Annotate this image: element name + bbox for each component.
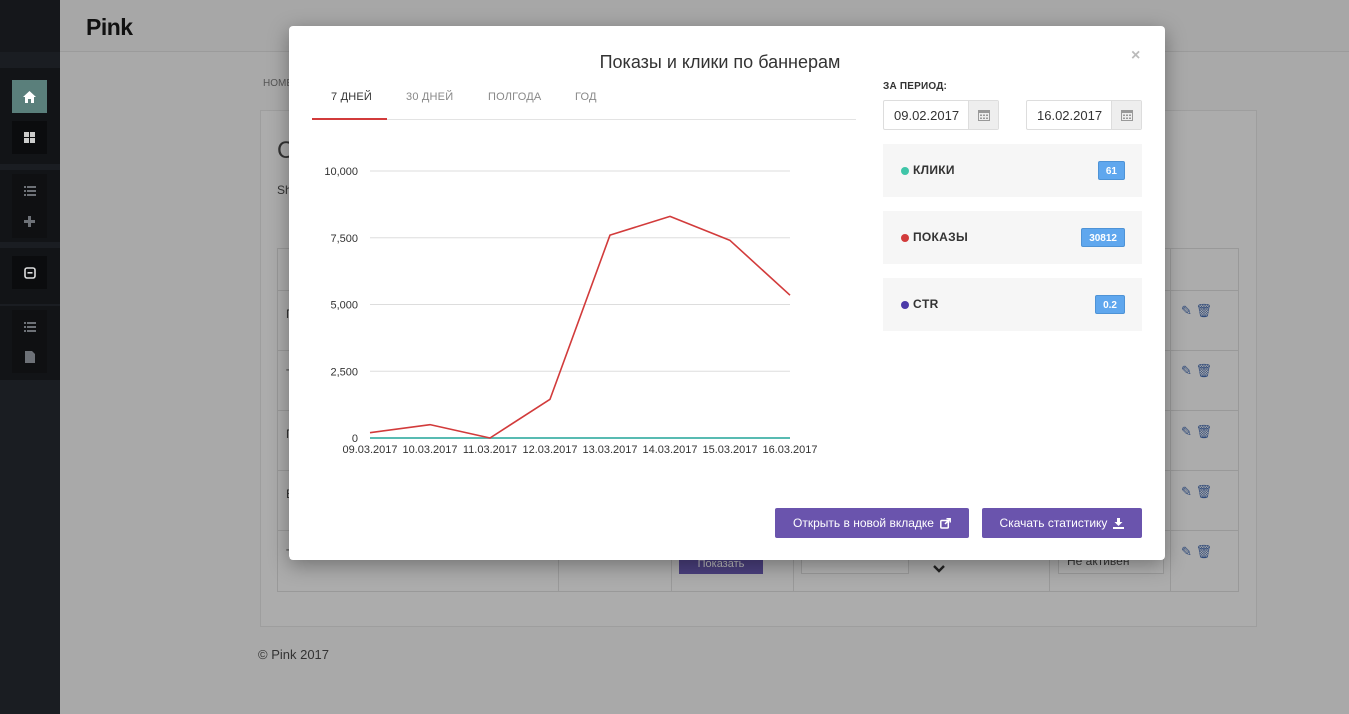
trash-icon[interactable]: 🗑 bbox=[1196, 484, 1213, 499]
row-actions: ✎ 🗑 bbox=[1181, 544, 1212, 560]
edit-icon[interactable]: ✎ bbox=[1181, 363, 1192, 378]
series-line bbox=[369, 215, 791, 439]
stat-label: CTR bbox=[913, 297, 939, 311]
x-tick-label: 12.03.2017 bbox=[522, 444, 577, 456]
footer-copyright: © Pink 2017 bbox=[258, 647, 330, 662]
row-actions: ✎ 🗑 bbox=[1181, 303, 1212, 319]
stat-ctr: CTR 0.2 bbox=[883, 278, 1142, 331]
row-actions: ✎ 🗑 bbox=[1181, 363, 1212, 379]
home-icon[interactable] bbox=[12, 80, 47, 113]
file-icon[interactable] bbox=[12, 340, 47, 373]
y-tick-label: 10,000 bbox=[324, 166, 358, 178]
y-tick-label: 5,000 bbox=[330, 300, 358, 312]
x-tick-label: 13.03.2017 bbox=[582, 444, 637, 456]
edit-icon[interactable]: ✎ bbox=[1181, 424, 1192, 439]
download-stats-button[interactable]: Скачать статистику bbox=[982, 508, 1142, 538]
row-actions: ✎ 🗑 bbox=[1181, 424, 1212, 440]
line-chart: 02,5005,0007,50010,00009.03.2017 10.03.20… bbox=[324, 166, 817, 456]
download-icon bbox=[1113, 517, 1125, 529]
modal-title: Показы и клики по баннерам bbox=[599, 52, 841, 72]
trash-icon[interactable]: 🗑 bbox=[1196, 544, 1213, 559]
list-icon[interactable] bbox=[12, 174, 47, 207]
date-to-value[interactable]: 16.02.2017 bbox=[1027, 101, 1111, 129]
trash-icon[interactable]: 🗑 bbox=[1196, 424, 1213, 439]
list-icon[interactable] bbox=[12, 310, 47, 343]
close-icon[interactable]: × bbox=[1131, 47, 1140, 65]
download-stats-label: Скачать статистику bbox=[999, 516, 1108, 530]
x-tick-label: 14.03.2017 bbox=[642, 444, 697, 456]
stat-impressions: ПОКАЗЫ 30812 bbox=[883, 211, 1142, 264]
impressions-dot bbox=[901, 234, 909, 242]
x-tick-label: 15.03.2017 bbox=[702, 444, 757, 456]
x-tick-label: 11.03.2017 bbox=[463, 444, 517, 456]
calendar-icon[interactable] bbox=[1111, 101, 1141, 129]
stat-badge: 61 bbox=[1097, 161, 1125, 180]
edit-icon[interactable]: ✎ bbox=[1181, 484, 1192, 499]
trash-icon[interactable]: 🗑 bbox=[1196, 303, 1213, 318]
plus-icon[interactable] bbox=[12, 205, 47, 238]
open-new-tab-label: Открыть в новой вкладке bbox=[793, 516, 934, 530]
active-tab-indicator bbox=[312, 118, 387, 120]
stats-modal: Показы и клики по баннерам × 7 ДНЕЙ 30 Д… bbox=[289, 26, 1165, 560]
period-tabs: 7 ДНЕЙ 30 ДНЕЙ ПОЛГОДА ГОД bbox=[312, 83, 856, 120]
y-tick-label: 2,500 bbox=[330, 366, 358, 378]
tab-30-days[interactable]: 30 ДНЕЙ bbox=[406, 91, 453, 103]
x-tick-label: 10.03.2017 bbox=[402, 444, 457, 456]
tab-half-year[interactable]: ПОЛГОДА bbox=[488, 91, 541, 103]
calendar-icon[interactable] bbox=[968, 101, 998, 129]
stat-label: КЛИКИ bbox=[913, 163, 955, 177]
dashboard-icon[interactable] bbox=[12, 121, 47, 154]
edit-icon[interactable]: ✎ bbox=[1181, 303, 1192, 318]
banner-icon[interactable] bbox=[12, 256, 47, 289]
stat-badge: 30812 bbox=[1081, 228, 1125, 247]
ctr-dot bbox=[901, 301, 909, 309]
stat-clicks: КЛИКИ 61 bbox=[883, 144, 1142, 197]
stat-badge: 0.2 bbox=[1095, 295, 1125, 314]
tab-year[interactable]: ГОД bbox=[575, 91, 597, 103]
chevron-down-icon[interactable] bbox=[933, 560, 945, 576]
sidebar-top bbox=[0, 0, 60, 52]
logo[interactable]: Pink bbox=[86, 14, 133, 41]
x-tick-label: 16.03.2017 bbox=[762, 444, 817, 456]
date-from-field[interactable]: 09.02.2017 bbox=[883, 100, 999, 130]
row-actions: ✎ 🗑 bbox=[1181, 484, 1212, 500]
y-tick-label: 7,500 bbox=[330, 233, 358, 245]
date-to-field[interactable]: 16.02.2017 bbox=[1026, 100, 1142, 130]
external-link-icon bbox=[940, 517, 951, 529]
stat-label: ПОКАЗЫ bbox=[913, 230, 969, 244]
period-label: ЗА ПЕРИОД: bbox=[883, 81, 948, 92]
open-new-tab-button[interactable]: Открыть в новой вкладке bbox=[775, 508, 969, 538]
x-tick-label: 09.03.2017 bbox=[342, 444, 397, 456]
trash-icon[interactable]: 🗑 bbox=[1196, 363, 1213, 378]
table-col bbox=[1170, 249, 1171, 591]
clicks-dot bbox=[901, 167, 909, 175]
date-from-value[interactable]: 09.02.2017 bbox=[884, 101, 968, 129]
tab-7-days[interactable]: 7 ДНЕЙ bbox=[331, 91, 372, 103]
sidebar bbox=[0, 0, 60, 714]
edit-icon[interactable]: ✎ bbox=[1181, 544, 1192, 559]
